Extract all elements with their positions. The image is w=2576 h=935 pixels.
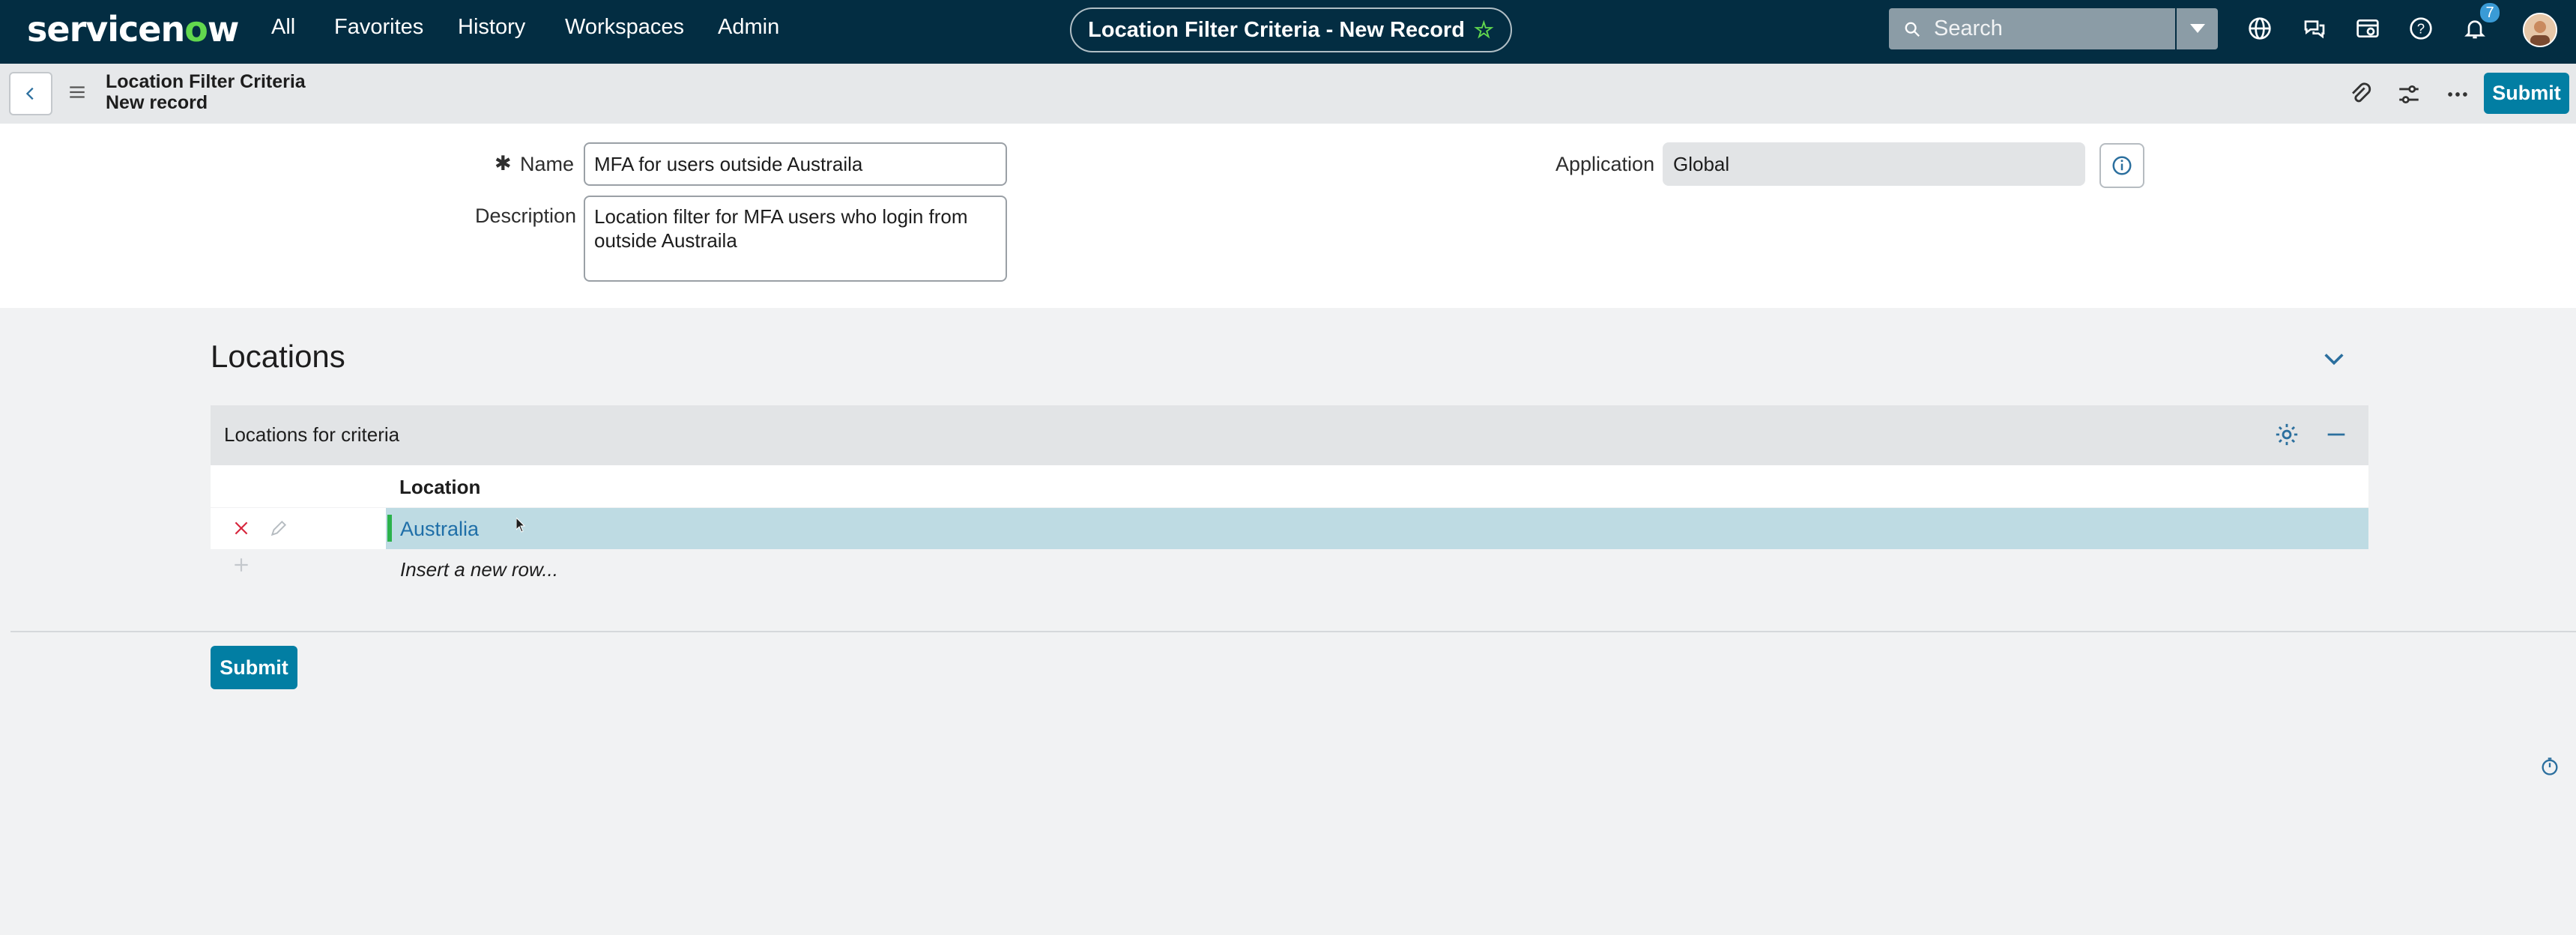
delete-row-icon[interactable]: [232, 518, 251, 538]
record-table-label: Location Filter Criteria: [106, 71, 306, 92]
help-icon[interactable]: ?: [2409, 16, 2433, 40]
context-title: Location Filter Criteria - New Record: [1088, 17, 1465, 42]
location-column-header[interactable]: Location: [399, 476, 480, 499]
submit-button-header[interactable]: Submit: [2484, 73, 2569, 114]
nav-workspaces[interactable]: Workspaces: [565, 15, 684, 40]
insert-new-row[interactable]: Insert a new row...: [400, 558, 558, 581]
logo-text-end: w: [207, 9, 239, 49]
nav-favorites[interactable]: Favorites: [334, 15, 423, 40]
location-cell[interactable]: Australia: [400, 518, 479, 541]
description-label: Description: [475, 205, 577, 227]
name-required-icon: ✱: [495, 152, 512, 175]
row-changed-indicator: [387, 515, 392, 542]
settings-sliders-icon[interactable]: [2396, 82, 2422, 107]
notification-badge: 7: [2480, 3, 2500, 22]
record-header: Location Filter Criteria New record Subm…: [0, 64, 2576, 124]
user-avatar[interactable]: [2523, 13, 2557, 47]
globe-icon[interactable]: [2248, 16, 2272, 40]
avatar-image: [2524, 14, 2556, 46]
row-actions: [211, 508, 386, 549]
response-time-icon[interactable]: [2539, 756, 2560, 777]
record-form: ✱ Name Description Location filter for M…: [0, 124, 2576, 308]
collapse-minus-icon[interactable]: [2323, 422, 2349, 447]
related-list-header: Locations for criteria: [211, 405, 2368, 465]
gear-icon[interactable]: [2274, 422, 2300, 447]
table-row[interactable]: [386, 508, 2368, 549]
application-info-button[interactable]: [2099, 143, 2144, 188]
record-title: Location Filter Criteria New record: [106, 71, 306, 113]
name-label: Name: [520, 153, 575, 175]
logo-text: servicen: [27, 9, 185, 49]
chat-icon[interactable]: [2303, 16, 2326, 40]
nav-history[interactable]: History: [458, 15, 525, 40]
submit-button-footer[interactable]: Submit: [211, 646, 297, 689]
back-button[interactable]: [9, 72, 52, 115]
locations-section-title: Locations: [211, 339, 345, 374]
divider: [10, 631, 2576, 632]
search-scope-dropdown[interactable]: [2175, 8, 2218, 49]
top-nav: servicenow All Favorites History Workspa…: [0, 0, 2576, 64]
more-options-icon[interactable]: [2445, 82, 2470, 107]
name-field[interactable]: [584, 142, 1007, 186]
chevron-down-icon[interactable]: [2321, 346, 2347, 372]
context-title-pill[interactable]: Location Filter Criteria - New Record ☆: [1070, 7, 1512, 52]
hamburger-menu-icon[interactable]: [67, 82, 87, 102]
chevron-left-icon: [25, 87, 34, 100]
attachment-icon[interactable]: [2347, 82, 2373, 107]
edit-pencil-icon[interactable]: [269, 518, 288, 538]
table-header: Location: [211, 465, 2368, 507]
add-row-icon[interactable]: [232, 555, 251, 575]
nav-all[interactable]: All: [271, 15, 295, 40]
servicenow-logo[interactable]: servicenow: [27, 9, 239, 49]
global-search[interactable]: [1889, 8, 2175, 49]
search-icon: [1905, 22, 1920, 37]
search-input[interactable]: [1932, 16, 2160, 42]
application-label: Application: [1555, 153, 1655, 175]
related-list-title: Locations for criteria: [224, 423, 400, 446]
application-field: [1663, 142, 2085, 186]
record-subtitle: New record: [106, 92, 208, 113]
logo-text-o: o: [184, 9, 208, 49]
favorite-star-icon[interactable]: ☆: [1474, 17, 1494, 43]
workspace-icon[interactable]: [2356, 16, 2380, 40]
caret-down-icon: [2189, 23, 2205, 33]
mouse-cursor-icon: [516, 518, 526, 533]
svg-text:?: ?: [2417, 21, 2425, 37]
info-icon: [2112, 156, 2132, 175]
locations-table: Location Australia Insert a new row...: [211, 465, 2368, 591]
nav-admin[interactable]: Admin: [718, 15, 779, 40]
description-field[interactable]: Location filter for MFA users who login …: [584, 196, 1007, 282]
